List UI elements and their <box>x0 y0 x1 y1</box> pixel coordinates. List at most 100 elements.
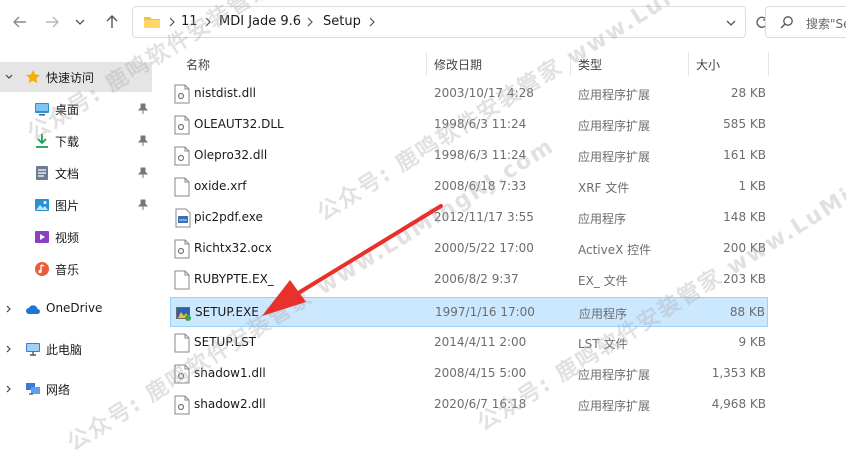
file-date: 2012/11/17 3:55 <box>434 210 534 224</box>
sidebar-item-label: OneDrive <box>46 301 103 315</box>
file-name: SETUP.EXE <box>195 305 259 319</box>
sidebar-item-desktop[interactable]: 桌面 <box>0 94 152 124</box>
pin-icon[interactable] <box>138 167 148 179</box>
sidebar-item-label: 此电脑 <box>46 343 83 357</box>
file-size: 9 KB <box>738 335 766 349</box>
file-date: 1998/6/3 11:24 <box>434 148 527 162</box>
sidebar-item-downloads[interactable]: 下载 <box>0 126 152 156</box>
chevron-down-icon[interactable] <box>4 72 14 82</box>
table-row[interactable]: pic2pdf.exe 2012/11/17 3:55 应用程序 148 KB <box>170 203 768 233</box>
sidebar-item-this-pc[interactable]: 此电脑 <box>0 334 152 364</box>
exe-file-icon <box>175 208 191 228</box>
forward-button[interactable] <box>38 8 66 36</box>
sidebar-item-videos[interactable]: 视频 <box>0 222 152 252</box>
download-icon <box>36 134 48 148</box>
file-size: 203 KB <box>723 272 766 286</box>
chevron-right-icon[interactable] <box>4 304 14 314</box>
file-size: 28 KB <box>730 86 766 100</box>
dll-file-icon <box>174 364 190 384</box>
column-header-date[interactable]: 修改日期 <box>434 56 482 73</box>
file-date: 2014/4/11 2:00 <box>434 335 527 349</box>
file-size: 161 KB <box>723 148 766 162</box>
file-type: 应用程序 <box>579 307 628 321</box>
file-type: 应用程序扩展 <box>578 88 651 102</box>
music-icon <box>35 262 49 276</box>
recent-locations-button[interactable] <box>66 8 94 36</box>
desktop-icon <box>35 103 49 116</box>
column-header-size[interactable]: 大小 <box>696 56 720 73</box>
toolbar: 11 MDI Jade 9.6 Setup 搜索"Se <box>0 0 846 44</box>
chevron-down-icon[interactable] <box>725 17 737 29</box>
sidebar-item-quick-access[interactable]: 快速访问 <box>0 62 152 92</box>
file-type: XRF 文件 <box>578 181 630 195</box>
table-row-selected[interactable]: SETUP.EXE 1997/1/16 17:00 应用程序 88 KB <box>170 297 768 327</box>
file-date: 2003/10/17 4:28 <box>434 86 534 100</box>
file-size: 585 KB <box>723 117 766 131</box>
table-row[interactable]: nistdist.dll 2003/10/17 4:28 应用程序扩展 28 K… <box>170 79 768 109</box>
file-size: 1 KB <box>738 179 766 193</box>
dll-file-icon <box>174 146 190 166</box>
sidebar-item-label: 快速访问 <box>46 71 95 85</box>
column-header-name[interactable]: 名称 <box>186 56 210 73</box>
table-row[interactable]: Olepro32.dll 1998/6/3 11:24 应用程序扩展 161 K… <box>170 141 768 171</box>
breadcrumb-item[interactable]: MDI Jade 9.6 <box>219 14 301 29</box>
chevron-right-icon[interactable] <box>4 344 14 354</box>
folder-icon <box>144 17 160 28</box>
column-divider[interactable] <box>570 52 571 76</box>
breadcrumb-item[interactable]: 11 <box>181 14 198 29</box>
breadcrumb-item[interactable]: Setup <box>323 14 361 29</box>
sidebar-item-label: 下载 <box>55 135 80 149</box>
file-name: oxide.xrf <box>194 179 247 193</box>
table-row[interactable]: shadow2.dll 2020/6/7 16:18 应用程序扩展 4,968 … <box>170 390 768 420</box>
file-date: 2008/4/15 5:00 <box>434 366 527 380</box>
file-name: Olepro32.dll <box>194 148 268 162</box>
file-date: 1997/1/16 17:00 <box>435 305 535 319</box>
table-row[interactable]: OLEAUT32.DLL 1998/6/3 11:24 应用程序扩展 585 K… <box>170 110 768 140</box>
file-name: shadow2.dll <box>194 397 266 411</box>
file-type: 应用程序扩展 <box>578 119 651 133</box>
search-icon <box>780 16 793 29</box>
arrow-up-icon <box>106 15 118 28</box>
table-row[interactable]: shadow1.dll 2008/4/15 5:00 应用程序扩展 1,353 … <box>170 359 768 389</box>
arrow-right-icon <box>46 16 59 28</box>
file-name: shadow1.dll <box>194 366 266 380</box>
sidebar-item-documents[interactable]: 文档 <box>0 158 152 188</box>
file-type: ActiveX 控件 <box>578 243 652 257</box>
sidebar-item-pictures[interactable]: 图片 <box>0 190 152 220</box>
pin-icon[interactable] <box>138 103 148 115</box>
table-row[interactable]: RUBYPTE.EX_ 2006/8/2 9:37 EX_ 文件 203 KB <box>170 265 768 295</box>
chevron-right-icon <box>307 17 313 27</box>
table-row[interactable]: oxide.xrf 2008/6/18 7:33 XRF 文件 1 KB <box>170 172 768 202</box>
up-button[interactable] <box>98 8 126 36</box>
file-size: 148 KB <box>723 210 766 224</box>
table-row[interactable]: Richtx32.ocx 2000/5/22 17:00 ActiveX 控件 … <box>170 234 768 264</box>
dll-file-icon <box>174 84 190 104</box>
file-name: nistdist.dll <box>194 86 256 100</box>
back-button[interactable] <box>6 8 34 36</box>
picture-icon <box>35 199 49 211</box>
column-divider[interactable] <box>688 52 689 76</box>
file-list: 名称 修改日期 类型 大小 nistdist.dll 2003/10/17 4:… <box>158 44 846 423</box>
search-box[interactable]: 搜索"Se <box>765 6 846 38</box>
sidebar-item-label: 音乐 <box>55 263 80 277</box>
pin-icon[interactable] <box>138 199 148 211</box>
blank-file-icon <box>174 333 190 353</box>
computer-icon <box>26 343 40 356</box>
sidebar-item-onedrive[interactable]: OneDrive <box>0 294 152 324</box>
sidebar-item-network[interactable]: 网络 <box>0 374 152 404</box>
file-name: SETUP.LST <box>194 335 257 349</box>
file-type: 应用程序扩展 <box>578 150 651 164</box>
address-bar[interactable]: 11 MDI Jade 9.6 Setup <box>132 6 746 38</box>
blank-file-icon <box>174 177 190 197</box>
column-divider[interactable] <box>768 52 769 76</box>
file-size: 200 KB <box>723 241 766 255</box>
table-row[interactable]: SETUP.LST 2014/4/11 2:00 LST 文件 9 KB <box>170 328 768 358</box>
column-divider[interactable] <box>426 52 427 76</box>
pin-icon[interactable] <box>138 135 148 147</box>
sidebar-item-music[interactable]: 音乐 <box>0 254 152 284</box>
chevron-right-icon[interactable] <box>4 384 14 394</box>
column-header-type[interactable]: 类型 <box>578 56 602 73</box>
search-input[interactable]: 搜索"Se <box>806 15 846 32</box>
arrow-left-icon <box>13 16 26 28</box>
document-icon <box>36 166 48 180</box>
